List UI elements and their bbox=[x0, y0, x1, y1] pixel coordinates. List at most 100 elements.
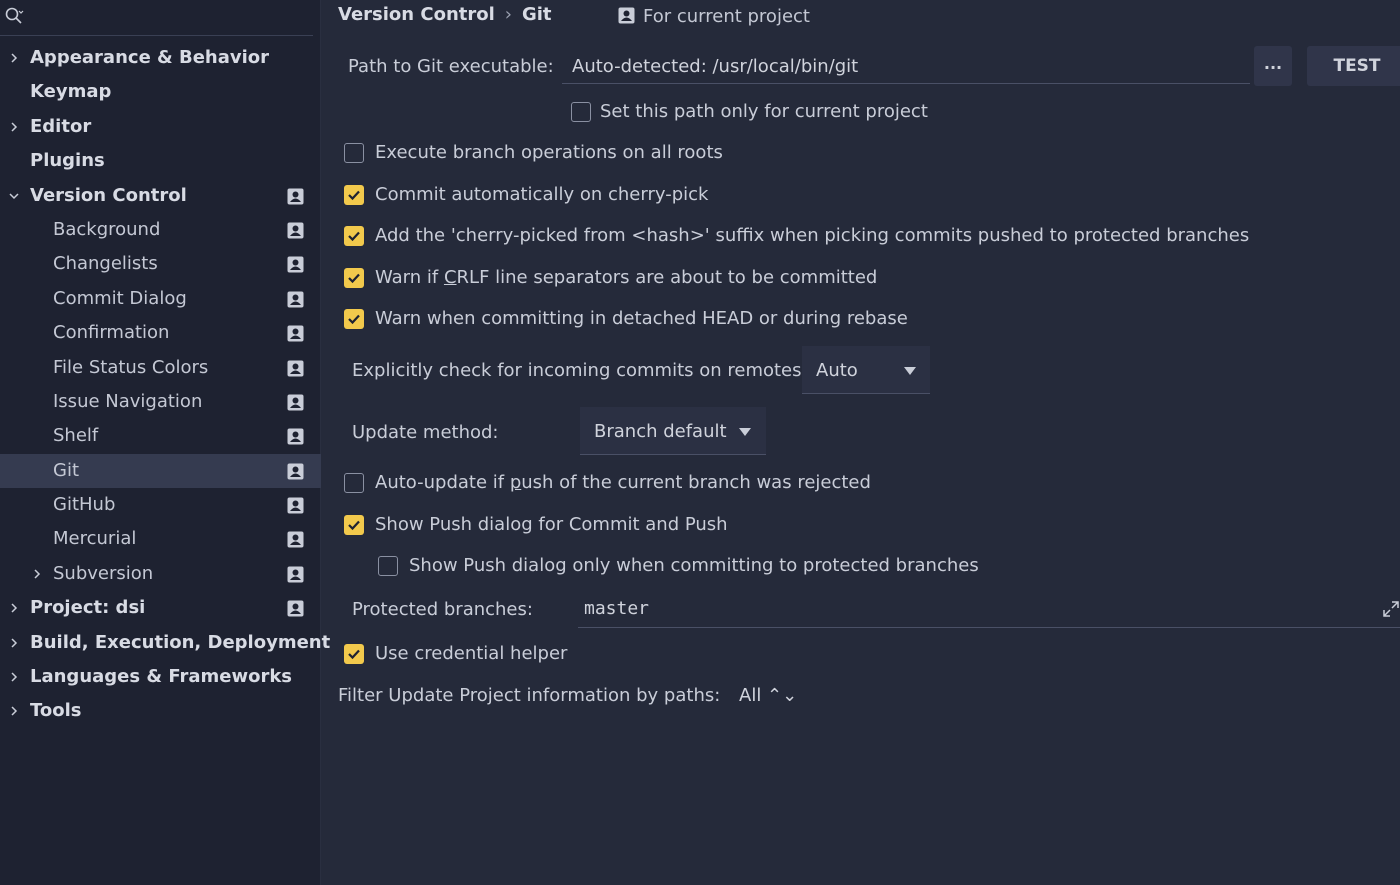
chevron-down-icon[interactable] bbox=[9, 191, 19, 201]
auto-update-checkbox[interactable] bbox=[344, 473, 364, 493]
auto-update-mnemonic: p bbox=[509, 472, 522, 493]
chevron-right-icon[interactable] bbox=[9, 638, 19, 648]
chevron-right-icon[interactable] bbox=[9, 603, 19, 613]
sidebar-item-commit-dialog[interactable]: Commit Dialog bbox=[0, 282, 321, 316]
sidebar-item-label: Version Control bbox=[30, 184, 187, 206]
execute-all-roots-label: Execute branch operations on all roots bbox=[375, 142, 723, 163]
project-scope-icon bbox=[287, 256, 304, 273]
check-icon bbox=[348, 520, 360, 531]
filter-paths-label: Filter Update Project information by pat… bbox=[338, 685, 721, 706]
sidebar-item-label: Mercurial bbox=[53, 528, 137, 550]
sidebar-item-label: Git bbox=[53, 459, 80, 481]
warn-crlf-mnemonic: C bbox=[443, 267, 457, 288]
show-push-checkbox[interactable] bbox=[344, 515, 364, 535]
sidebar-item-git[interactable]: Git bbox=[0, 453, 321, 489]
chevron-right-icon[interactable] bbox=[9, 122, 19, 132]
settings-tree: Appearance & Behavior Keymap Editor Plugins… bbox=[0, 41, 330, 729]
settings-search-field[interactable] bbox=[0, 0, 313, 36]
sidebar-item-editor[interactable]: Editor bbox=[0, 110, 321, 144]
sidebar-item-appearance-behavior[interactable]: Appearance & Behavior bbox=[0, 41, 321, 75]
sidebar-item-label: Languages & Frameworks bbox=[30, 666, 293, 688]
for-current-project-note: For current project bbox=[618, 6, 810, 27]
chevron-right-icon[interactable] bbox=[9, 706, 19, 716]
check-icon bbox=[348, 314, 360, 325]
sidebar-item-label: Commit Dialog bbox=[53, 287, 187, 309]
credential-helper-checkbox[interactable] bbox=[344, 644, 364, 664]
incoming-commits-label: Explicitly check for incoming commits on… bbox=[352, 360, 808, 381]
sidebar-item-label: Tools bbox=[30, 700, 82, 722]
sidebar-item-changelists[interactable]: Changelists bbox=[0, 247, 321, 281]
path-only-project-checkbox[interactable] bbox=[571, 102, 591, 122]
commit-cherry-pick-checkbox[interactable] bbox=[344, 185, 364, 205]
sidebar-item-label: Background bbox=[53, 218, 161, 240]
warn-crlf-label: Warn if CRLF line separators are about t… bbox=[375, 267, 877, 288]
sidebar-item-github[interactable]: GitHub bbox=[0, 488, 321, 522]
sidebar-item-label: Editor bbox=[30, 115, 92, 137]
warn-detached-checkbox[interactable] bbox=[344, 309, 364, 329]
sidebar-item-label: File Status Colors bbox=[53, 356, 209, 378]
chevron-right-icon[interactable] bbox=[9, 53, 19, 63]
incoming-commits-value: Auto bbox=[816, 360, 858, 381]
sidebar-item-plugins[interactable]: Plugins bbox=[0, 144, 321, 178]
warn-crlf-label-pre: Warn if bbox=[375, 267, 444, 288]
sidebar-item-label: Keymap bbox=[30, 81, 112, 103]
sidebar-item-mercurial[interactable]: Mercurial bbox=[0, 522, 321, 556]
auto-update-label: Auto-update if push of the current branc… bbox=[375, 472, 871, 493]
breadcrumb: Version Control › Git bbox=[338, 4, 552, 28]
sidebar-item-label: Plugins bbox=[30, 150, 105, 172]
sidebar-item-languages-frameworks[interactable]: Languages & Frameworks bbox=[0, 660, 321, 694]
auto-update-label-pre: Auto-update if bbox=[375, 472, 510, 493]
browse-button[interactable]: ... bbox=[1254, 46, 1292, 86]
update-method-label: Update method: bbox=[352, 422, 499, 443]
protected-branches-label: Protected branches: bbox=[352, 599, 533, 620]
sidebar-item-subversion[interactable]: Subversion bbox=[0, 557, 321, 591]
sidebar-item-file-status-colors[interactable]: File Status Colors bbox=[0, 351, 321, 385]
sidebar-item-issue-navigation[interactable]: Issue Navigation bbox=[0, 385, 321, 419]
sidebar-item-label: Confirmation bbox=[53, 322, 170, 344]
sidebar-item-label: Project: dsi bbox=[30, 597, 146, 619]
git-path-input[interactable]: Auto-detected: /usr/local/bin/git bbox=[562, 48, 1250, 84]
show-push-protected-checkbox[interactable] bbox=[378, 556, 398, 576]
update-method-dropdown[interactable]: Branch default bbox=[580, 407, 766, 455]
sidebar-item-confirmation[interactable]: Confirmation bbox=[0, 316, 321, 350]
sidebar-item-background[interactable]: Background bbox=[0, 213, 321, 247]
for-current-project-label: For current project bbox=[643, 6, 810, 27]
filter-paths-selector[interactable]: All ⌃⌄ bbox=[739, 685, 797, 706]
sidebar-item-build-execution-deployment[interactable]: Build, Execution, Deployment bbox=[0, 626, 330, 660]
sidebar-item-label: Subversion bbox=[53, 562, 154, 584]
sidebar-item-label: Issue Navigation bbox=[53, 390, 203, 412]
project-scope-icon bbox=[287, 325, 304, 342]
warn-crlf-checkbox[interactable] bbox=[344, 268, 364, 288]
sidebar-item-keymap[interactable]: Keymap bbox=[0, 75, 321, 109]
sidebar-item-version-control[interactable]: Version Control bbox=[0, 179, 321, 213]
credential-helper-label: Use credential helper bbox=[375, 643, 568, 664]
check-icon bbox=[348, 190, 360, 201]
git-path-label: Path to Git executable: bbox=[348, 56, 554, 77]
project-scope-icon bbox=[287, 394, 304, 411]
sidebar-item-shelf[interactable]: Shelf bbox=[0, 419, 321, 453]
project-scope-icon bbox=[287, 497, 304, 514]
protected-branches-input[interactable]: master bbox=[578, 590, 1400, 628]
dropdown-arrow-icon bbox=[739, 428, 751, 436]
sidebar-item-label: Changelists bbox=[53, 253, 158, 275]
git-settings-panel: Version Control › Git For current project … bbox=[322, 0, 1400, 885]
project-scope-icon bbox=[287, 463, 304, 480]
chevron-right-icon[interactable] bbox=[32, 569, 42, 579]
test-button[interactable]: TEST bbox=[1307, 46, 1400, 86]
chevron-right-icon[interactable] bbox=[9, 672, 19, 682]
breadcrumb-git: Git bbox=[521, 4, 552, 25]
check-icon bbox=[348, 231, 360, 242]
show-push-label: Show Push dialog for Commit and Push bbox=[375, 514, 728, 535]
execute-all-roots-checkbox[interactable] bbox=[344, 143, 364, 163]
check-icon bbox=[348, 273, 360, 284]
sidebar-item-label: Appearance & Behavior bbox=[30, 47, 270, 68]
settings-sidebar: Appearance & Behavior Keymap Editor Plugins… bbox=[0, 0, 330, 885]
sidebar-item-project-dsi[interactable]: Project: dsi bbox=[0, 591, 321, 625]
expand-icon[interactable] bbox=[1382, 600, 1400, 618]
incoming-commits-dropdown[interactable]: Auto bbox=[802, 346, 930, 394]
sidebar-item-tools[interactable]: Tools bbox=[0, 694, 321, 728]
show-push-protected-label: Show Push dialog only when committing to… bbox=[409, 555, 979, 576]
cherry-suffix-label: Add the 'cherry-picked from <hash>' suff… bbox=[375, 225, 1250, 246]
breadcrumb-version-control[interactable]: Version Control bbox=[338, 4, 495, 25]
cherry-suffix-checkbox[interactable] bbox=[344, 226, 364, 246]
